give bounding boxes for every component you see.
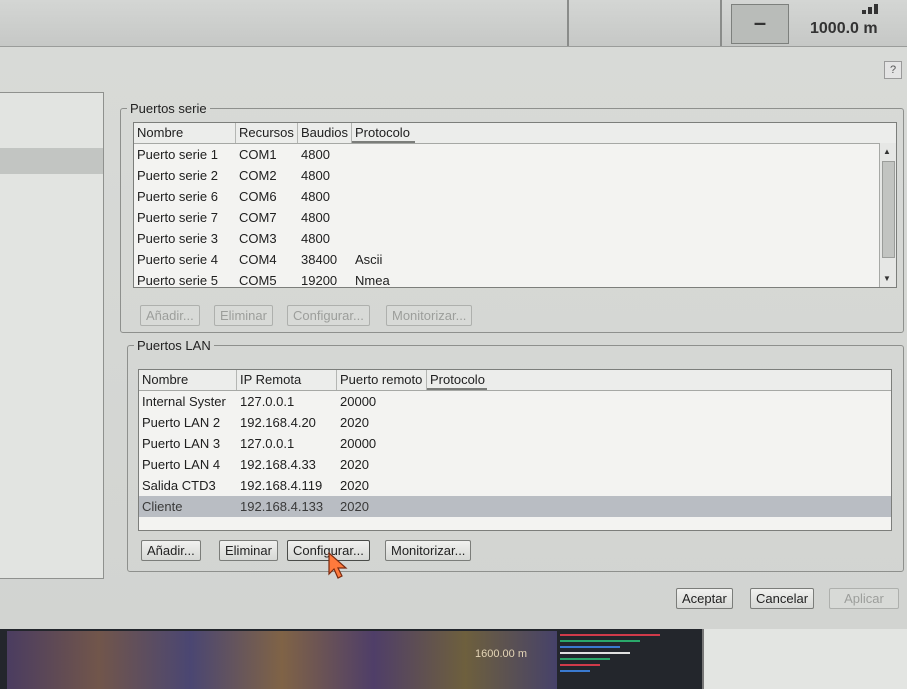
table-cell: 2020 [340,499,369,514]
table-cell: 127.0.0.1 [240,436,295,451]
serial-table-scrollbar[interactable]: ▲ ▼ [879,143,896,287]
table-cell: 2020 [340,478,369,493]
toolbar-separator [567,0,569,46]
table-cell: 4800 [301,147,330,162]
table-row[interactable]: Cliente 192.168.4.133 2020 [139,496,891,517]
lan-table-body: Internal Syster 127.0.0.1 20000 Puerto LAN … [139,391,891,517]
table-row[interactable]: Internal Syster 127.0.0.1 20000 [139,391,891,412]
waterfall-display [7,631,557,689]
serial-table-header: Nombre Recursos Baudios Protocolo [134,123,896,144]
table-cell: Puerto LAN 3 [142,436,221,451]
table-row[interactable]: Puerto serie 3 COM3 4800 [134,228,896,249]
zoom-out-button[interactable]: – [731,4,789,44]
serial-table-body: Puerto serie 1 COM1 4800 Puerto serie 2 COM2… [134,144,896,288]
table-cell: 4800 [301,210,330,225]
ports-dialog: ? Puertos serie Nombre Recursos Baudios … [0,47,907,629]
background-panel [702,629,907,689]
table-cell: Puerto serie 1 [137,147,218,162]
table-cell: Ascii [355,252,383,267]
apply-button[interactable]: Aplicar [829,588,899,609]
category-list[interactable] [0,92,104,579]
table-cell: COM7 [239,210,277,225]
lan-table-header: Nombre IP Remota Puerto remoto Protocolo [139,370,891,391]
range-readout: 1000.0 m [810,20,878,37]
scroll-up-icon[interactable]: ▲ [883,147,891,156]
table-row[interactable]: Puerto LAN 2 192.168.4.20 2020 [139,412,891,433]
table-cell: Puerto serie 6 [137,189,218,204]
table-row[interactable]: Puerto LAN 3 127.0.0.1 20000 [139,433,891,454]
table-cell: 192.168.4.133 [240,499,324,514]
waterfall-depth-label: 1600.00 m [475,648,527,660]
table-cell: 2020 [340,457,369,472]
column-header-puerto-remoto[interactable]: Puerto remoto [337,370,427,390]
table-row[interactable]: Puerto LAN 4 192.168.4.33 2020 [139,454,891,475]
column-header-nombre[interactable]: Nombre [139,370,237,390]
lan-add-button[interactable]: Añadir... [141,540,201,561]
serial-delete-button[interactable]: Eliminar [214,305,273,326]
table-cell: Puerto LAN 4 [142,457,221,472]
column-header-nombre[interactable]: Nombre [134,123,236,143]
lan-ports-legend: Puertos LAN [137,338,211,353]
lan-monitor-button[interactable]: Monitorizar... [385,540,472,561]
table-cell: 20000 [340,436,377,451]
column-header-recursos[interactable]: Recursos [236,123,298,143]
table-cell: Puerto LAN 2 [142,415,221,430]
table-cell: COM5 [239,273,277,288]
column-header-baudios[interactable]: Baudios [298,123,352,143]
table-cell: 192.168.4.119 [240,478,323,493]
table-cell: Internal Syster [142,394,226,409]
cancel-button[interactable]: Cancelar [750,588,815,609]
scroll-down-icon[interactable]: ▼ [883,274,891,283]
table-cell: 127.0.0.1 [240,394,295,409]
table-cell: 2020 [340,415,369,430]
signal-icon [862,4,878,14]
table-cell: COM4 [239,252,277,267]
serial-add-button[interactable]: Añadir... [140,305,200,326]
toolbar-separator [720,0,722,46]
table-cell: 19200 [301,273,338,288]
serial-configure-button[interactable]: Configurar... [287,305,370,326]
table-cell: 38400 [301,252,338,267]
table-cell: Nmea [355,273,390,288]
column-header-protocolo[interactable]: Protocolo [427,370,487,390]
column-header-ip-remota[interactable]: IP Remota [237,370,337,390]
table-cell: Puerto serie 2 [137,168,218,183]
top-toolbar: – 1000.0 m [0,0,907,47]
table-cell: Salida CTD3 [142,478,216,493]
table-cell: 192.168.4.20 [240,415,316,430]
table-cell: COM3 [239,231,277,246]
column-header-protocolo[interactable]: Protocolo [352,123,415,143]
table-row[interactable]: Salida CTD3 192.168.4.119 2020 [139,475,891,496]
serial-ports-legend: Puertos serie [130,101,207,116]
table-cell: 4800 [301,189,330,204]
spectrum-bars [560,629,700,689]
table-cell: COM1 [239,147,277,162]
scroll-thumb[interactable] [882,161,895,258]
serial-ports-table[interactable]: Nombre Recursos Baudios Protocolo Puerto… [133,122,897,288]
lan-ports-table[interactable]: Nombre IP Remota Puerto remoto Protocolo… [138,369,892,531]
mouse-pointer-icon [328,552,348,579]
table-row[interactable]: Puerto serie 2 COM2 4800 [134,165,896,186]
lan-delete-button[interactable]: Eliminar [219,540,278,561]
table-cell: Puerto serie 4 [137,252,218,267]
table-cell: 4800 [301,168,330,183]
table-row[interactable]: Puerto serie 6 COM6 4800 [134,186,896,207]
serial-monitor-button[interactable]: Monitorizar... [386,305,473,326]
table-cell: Puerto serie 7 [137,210,218,225]
table-cell: COM6 [239,189,277,204]
table-cell: 192.168.4.33 [240,457,316,472]
table-row[interactable]: Puerto serie 1 COM1 4800 [134,144,896,165]
help-button[interactable]: ? [884,61,902,79]
table-cell: 4800 [301,231,330,246]
table-cell: Puerto serie 3 [137,231,218,246]
category-list-selected-item[interactable] [0,148,103,174]
accept-button[interactable]: Aceptar [676,588,733,609]
table-cell: Cliente [142,499,183,514]
table-cell: Puerto serie 5 [137,273,218,288]
table-row[interactable]: Puerto serie 7 COM7 4800 [134,207,896,228]
table-row[interactable]: Puerto serie 4 COM4 38400 Ascii [134,249,896,270]
table-row[interactable]: Puerto serie 5 COM5 19200 Nmea [134,270,896,288]
table-cell: 20000 [340,394,377,409]
table-cell: COM2 [239,168,277,183]
